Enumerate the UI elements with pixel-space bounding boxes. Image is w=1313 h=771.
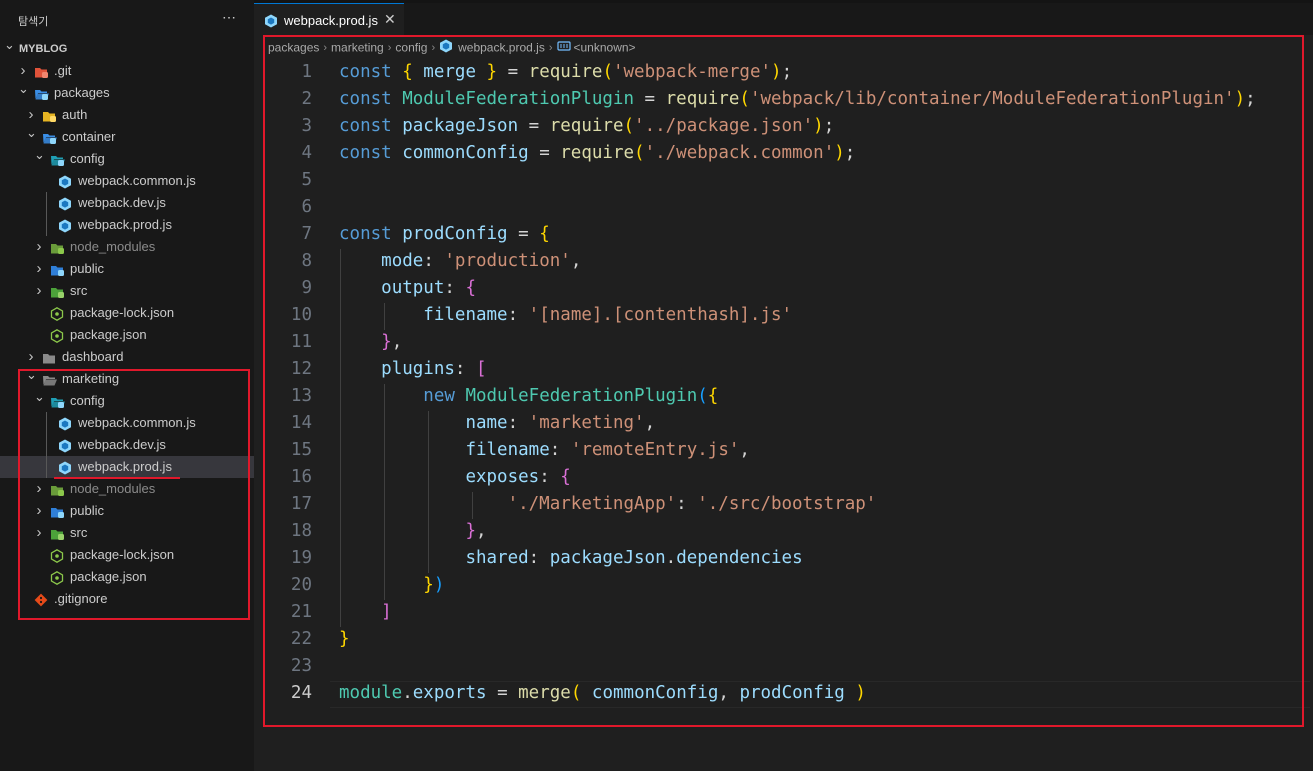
- tree-item-dashboard[interactable]: › dashboard: [0, 346, 254, 368]
- tree-item-label: public: [70, 261, 104, 276]
- more-actions-icon[interactable]: ⋯: [222, 9, 237, 26]
- folder-gray-icon: [42, 350, 56, 364]
- tree-indent-guide: [46, 192, 47, 236]
- tree-item-webpack-dev-js[interactable]: webpack.dev.js: [0, 192, 254, 214]
- folder-config-icon: [50, 152, 65, 166]
- folder-public-icon: [50, 262, 64, 276]
- tree-item-packages[interactable]: ⌄ packages: [0, 81, 254, 104]
- tree-item-src[interactable]: › src: [0, 280, 254, 302]
- webpack-icon: [58, 196, 72, 211]
- tab-bar: webpack.prod.js ✕: [254, 0, 1313, 38]
- close-icon[interactable]: ✕: [384, 11, 396, 28]
- tree-item-package-lock-json[interactable]: package-lock.json: [0, 302, 254, 324]
- folder-node-icon: [50, 240, 64, 254]
- folder-git-icon: [34, 64, 48, 78]
- webpack-icon: [264, 14, 278, 33]
- selected-file-underline: [54, 477, 180, 479]
- folder-src-icon: [50, 284, 64, 298]
- tree-item-label: packages: [54, 85, 110, 100]
- tree-item-node-modules[interactable]: › node_modules: [0, 236, 254, 258]
- editor-highlight-box: [263, 35, 1304, 727]
- tree-item-label: config: [70, 151, 105, 166]
- marketing-highlight-box: [18, 369, 250, 620]
- tab-label: webpack.prod.js: [284, 13, 378, 28]
- tree-item-label: .git: [54, 63, 72, 78]
- tree-item-git[interactable]: › .git: [0, 60, 254, 82]
- tree-item-config[interactable]: ⌄ config: [0, 147, 254, 170]
- tree-item-label: container: [62, 129, 116, 144]
- tree-item-myblog[interactable]: ⌄ MYBLOG: [0, 37, 254, 60]
- tree-item-webpack-prod-js[interactable]: webpack.prod.js: [0, 214, 254, 236]
- tree-item-package-json[interactable]: package.json: [0, 324, 254, 346]
- chevron-down-icon[interactable]: ⌄: [34, 144, 45, 166]
- tree-item-label: webpack.common.js: [78, 173, 196, 188]
- nodejs-file-icon: [50, 306, 64, 321]
- tree-item-label: dashboard: [62, 349, 124, 364]
- webpack-icon: [58, 174, 72, 189]
- nodejs-file-icon: [50, 328, 64, 343]
- chevron-down-icon[interactable]: ⌄: [4, 34, 15, 56]
- tree-item-webpack-common-js[interactable]: webpack.common.js: [0, 170, 254, 192]
- webpack-icon: [58, 218, 72, 233]
- chevron-right-icon[interactable]: ›: [34, 236, 44, 258]
- tree-item-label: package.json: [70, 327, 147, 342]
- chevron-right-icon[interactable]: ›: [34, 258, 44, 280]
- explorer-title: 탐색기: [18, 16, 49, 28]
- folder-packages-icon: [34, 86, 49, 100]
- tree-item-label: src: [70, 283, 88, 298]
- tree-item-label: MYBLOG: [19, 43, 68, 55]
- tree-item-label: webpack.dev.js: [78, 195, 166, 210]
- tree-item-label: node_modules: [70, 239, 156, 254]
- folder-container-icon: [42, 130, 57, 144]
- tree-item-public[interactable]: › public: [0, 258, 254, 280]
- folder-yellow-icon: [42, 108, 56, 122]
- tree-item-auth[interactable]: › auth: [0, 104, 254, 126]
- tree-item-label: auth: [62, 107, 88, 122]
- tab-webpack-prod[interactable]: webpack.prod.js ✕: [254, 3, 404, 38]
- tree-item-label: package-lock.json: [70, 305, 175, 320]
- chevron-right-icon[interactable]: ›: [34, 280, 44, 302]
- tree-item-label: webpack.prod.js: [78, 217, 172, 232]
- chevron-down-icon[interactable]: ⌄: [18, 78, 29, 100]
- explorer-sidebar: 탐색기 ⋯ ⌄ MYBLOG › .git ⌄ packages › auth ⌄ contain…: [0, 0, 254, 771]
- chevron-down-icon[interactable]: ⌄: [26, 122, 37, 144]
